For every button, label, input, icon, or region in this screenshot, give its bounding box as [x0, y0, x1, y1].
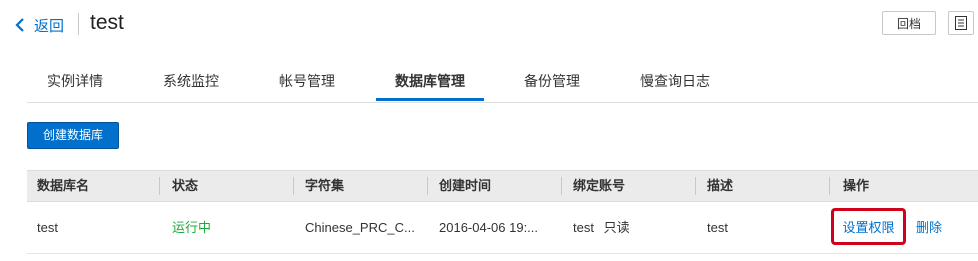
top-bar: 返回 test 回档: [0, 0, 978, 50]
tab-slow-query-log[interactable]: 慢查询日志: [625, 62, 725, 102]
delete-link[interactable]: 删除: [916, 202, 942, 254]
status-badge: 运行中: [172, 220, 212, 235]
column-header-status: 状态: [172, 178, 199, 193]
highlight-annotation: 设置权限: [831, 208, 906, 245]
column-divider: [695, 177, 696, 195]
page-title: test: [90, 11, 124, 34]
title-divider: [78, 13, 79, 35]
tab-database-management[interactable]: 数据库管理: [376, 62, 484, 102]
column-divider: [561, 177, 562, 195]
column-divider: [427, 177, 428, 195]
column-header-account: 绑定账号: [573, 178, 626, 193]
back-label: 返回: [34, 17, 65, 35]
set-permission-link[interactable]: 设置权限: [842, 217, 894, 236]
active-tab-indicator: [376, 98, 484, 101]
list-icon: [955, 16, 967, 30]
column-divider: [159, 177, 160, 195]
tab-instance-details[interactable]: 实例详情: [27, 62, 123, 102]
column-header-name: 数据库名: [37, 178, 90, 193]
tab-bar: 实例详情 系统监控 帐号管理 数据库管理 备份管理 慢查询日志: [27, 62, 978, 103]
column-header-actions: 操作: [843, 178, 870, 193]
cell-database-name: test: [37, 220, 58, 235]
rollback-button[interactable]: 回档: [882, 11, 936, 35]
column-divider: [829, 177, 830, 195]
account-permission: 只读: [603, 220, 630, 235]
cell-description: test: [707, 220, 728, 235]
back-button[interactable]: 返回: [15, 14, 64, 36]
tab-system-monitor[interactable]: 系统监控: [143, 62, 239, 102]
chevron-left-icon: [15, 18, 24, 32]
tab-backup-management[interactable]: 备份管理: [504, 62, 600, 102]
column-header-created: 创建时间: [439, 178, 492, 193]
tab-account-management[interactable]: 帐号管理: [259, 62, 355, 102]
column-header-description: 描述: [707, 178, 734, 193]
cell-created-time: 2016-04-06 19:...: [439, 220, 539, 235]
account-name: test: [573, 220, 594, 235]
menu-button[interactable]: [948, 11, 974, 35]
cell-charset: Chinese_PRC_C...: [305, 220, 415, 235]
table-header: 数据库名 状态 字符集 创建时间 绑定账号 描述 操作: [27, 170, 978, 202]
column-header-charset: 字符集: [305, 178, 345, 193]
create-database-button[interactable]: 创建数据库: [27, 122, 119, 149]
cell-bound-account: test 只读: [573, 202, 630, 254]
column-divider: [293, 177, 294, 195]
